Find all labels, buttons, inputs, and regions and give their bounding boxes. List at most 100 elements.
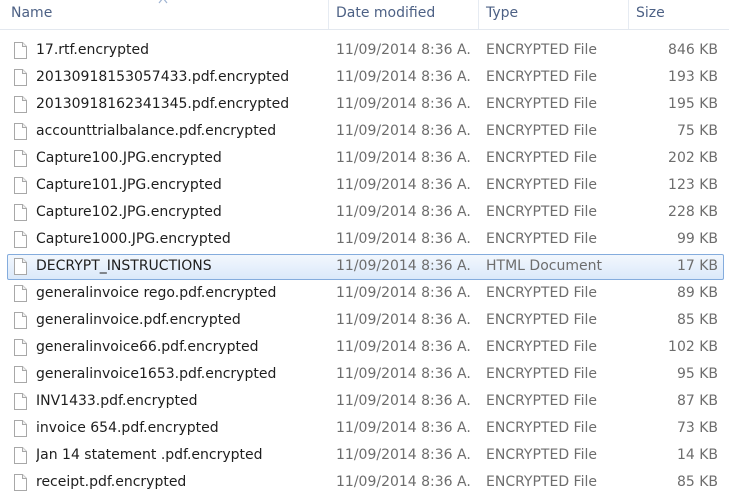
file-size: 95 KB [676, 366, 718, 382]
file-date-modified: 11/09/2014 8:36 A... [336, 177, 470, 193]
blank-file-icon [14, 258, 27, 275]
file-name: invoice 654.pdf.encrypted [36, 420, 219, 436]
file-date-modified: 11/09/2014 8:36 A... [336, 285, 470, 301]
file-type: ENCRYPTED File [486, 285, 597, 301]
blank-file-icon [14, 285, 27, 302]
file-date-modified: 11/09/2014 8:36 A... [336, 258, 470, 274]
blank-file-icon [14, 42, 27, 59]
column-header-name[interactable]: Name [0, 0, 328, 29]
file-type: ENCRYPTED File [486, 420, 597, 436]
file-row[interactable]: INV1433.pdf.encrypted 11/09/2014 8:36 A..… [0, 388, 729, 415]
file-row[interactable]: 17.rtf.encrypted 11/09/2014 8:36 A... ENCR… [0, 37, 729, 64]
file-row[interactable]: Capture101.JPG.encrypted 11/09/2014 8:36 … [0, 172, 729, 199]
file-name: generalinvoice1653.pdf.encrypted [36, 366, 277, 382]
file-name: 17.rtf.encrypted [36, 42, 149, 58]
file-name: 20130918153057433.pdf.encrypted [36, 69, 290, 85]
file-size: 85 KB [676, 474, 718, 490]
file-row[interactable]: DECRYPT_INSTRUCTIONS 11/09/2014 8:36 A...… [0, 253, 729, 280]
file-size: 87 KB [676, 393, 718, 409]
blank-file-icon [14, 177, 27, 194]
file-size: 85 KB [676, 312, 718, 328]
file-row[interactable]: Capture100.JPG.encrypted 11/09/2014 8:36 … [0, 145, 729, 172]
file-date-modified: 11/09/2014 8:36 A... [336, 339, 470, 355]
file-name: Capture101.JPG.encrypted [36, 177, 222, 193]
file-size: 195 KB [668, 96, 718, 112]
file-size: 14 KB [676, 447, 718, 463]
file-size: 89 KB [676, 285, 718, 301]
file-type: ENCRYPTED File [486, 204, 597, 220]
blank-file-icon [14, 420, 27, 437]
column-header-size[interactable]: Size [628, 0, 729, 29]
blank-file-icon [14, 339, 27, 356]
file-size: 102 KB [668, 339, 718, 355]
sort-arrow-icon [158, 0, 168, 4]
blank-file-icon [14, 123, 27, 140]
file-date-modified: 11/09/2014 8:36 A... [336, 42, 470, 58]
file-name: Jan 14 statement .pdf.encrypted [36, 447, 263, 463]
file-size: 202 KB [668, 150, 718, 166]
file-size: 99 KB [676, 231, 718, 247]
file-date-modified: 11/09/2014 8:36 A... [336, 420, 470, 436]
file-size: 73 KB [676, 420, 718, 436]
file-date-modified: 11/09/2014 8:36 A... [336, 393, 470, 409]
column-header-date-modified[interactable]: Date modified [328, 0, 478, 29]
file-date-modified: 11/09/2014 8:36 A... [336, 204, 470, 220]
file-size: 228 KB [668, 204, 718, 220]
column-header-bar: Name Date modified Type Size [0, 0, 729, 30]
file-row[interactable]: Capture102.JPG.encrypted 11/09/2014 8:36 … [0, 199, 729, 226]
file-row[interactable]: generalinvoice1653.pdf.encrypted 11/09/20… [0, 361, 729, 388]
file-date-modified: 11/09/2014 8:36 A... [336, 123, 470, 139]
file-size: 123 KB [668, 177, 718, 193]
file-row[interactable]: generalinvoice.pdf.encrypted 11/09/2014 8… [0, 307, 729, 334]
file-type: ENCRYPTED File [486, 96, 597, 112]
file-date-modified: 11/09/2014 8:36 A... [336, 69, 470, 85]
file-row[interactable]: invoice 654.pdf.encrypted 11/09/2014 8:36… [0, 415, 729, 442]
file-name: generalinvoice.pdf.encrypted [36, 312, 241, 328]
file-row[interactable]: generalinvoice rego.pdf.encrypted 11/09/2… [0, 280, 729, 307]
blank-file-icon [14, 150, 27, 167]
file-type: ENCRYPTED File [486, 231, 597, 247]
column-header-type[interactable]: Type [478, 0, 628, 29]
file-name: accounttrialbalance.pdf.encrypted [36, 123, 277, 139]
file-row[interactable]: 20130918153057433.pdf.encrypted 11/09/201… [0, 64, 729, 91]
file-type: ENCRYPTED File [486, 339, 597, 355]
file-name: Capture102.JPG.encrypted [36, 204, 222, 220]
file-date-modified: 11/09/2014 8:36 A... [336, 474, 470, 490]
blank-file-icon [14, 231, 27, 248]
file-type: ENCRYPTED File [486, 474, 597, 490]
blank-file-icon [14, 474, 27, 491]
file-type: ENCRYPTED File [486, 42, 597, 58]
file-date-modified: 11/09/2014 8:36 A... [336, 366, 470, 382]
file-row[interactable]: generalinvoice66.pdf.encrypted 11/09/2014… [0, 334, 729, 361]
file-name: receipt.pdf.encrypted [36, 474, 187, 490]
blank-file-icon [14, 96, 27, 113]
file-size: 75 KB [676, 123, 718, 139]
file-size: 846 KB [668, 42, 718, 58]
file-row[interactable]: accounttrialbalance.pdf.encrypted 11/09/2… [0, 118, 729, 145]
blank-file-icon [14, 393, 27, 410]
file-name: INV1433.pdf.encrypted [36, 393, 198, 409]
blank-file-icon [14, 312, 27, 329]
file-name: DECRYPT_INSTRUCTIONS [36, 258, 212, 274]
file-date-modified: 11/09/2014 8:36 A... [336, 96, 470, 112]
file-type: ENCRYPTED File [486, 69, 597, 85]
file-date-modified: 11/09/2014 8:36 A... [336, 150, 470, 166]
file-date-modified: 11/09/2014 8:36 A... [336, 312, 470, 328]
file-type: ENCRYPTED File [486, 177, 597, 193]
blank-file-icon [14, 204, 27, 221]
file-name: Capture100.JPG.encrypted [36, 150, 222, 166]
file-row[interactable]: Jan 14 statement .pdf.encrypted 11/09/201… [0, 442, 729, 469]
file-date-modified: 11/09/2014 8:36 A... [336, 447, 470, 463]
file-row[interactable]: 20130918162341345.pdf.encrypted 11/09/201… [0, 91, 729, 118]
file-name: generalinvoice66.pdf.encrypted [36, 339, 259, 355]
file-row[interactable]: receipt.pdf.encrypted 11/09/2014 8:36 A..… [0, 469, 729, 496]
blank-file-icon [14, 447, 27, 464]
file-size: 193 KB [668, 69, 718, 85]
file-name: Capture1000.JPG.encrypted [36, 231, 231, 247]
blank-file-icon [14, 69, 27, 86]
file-row[interactable]: Capture1000.JPG.encrypted 11/09/2014 8:36… [0, 226, 729, 253]
file-date-modified: 11/09/2014 8:36 A... [336, 231, 470, 247]
file-type: HTML Document [486, 258, 602, 274]
file-name: 20130918162341345.pdf.encrypted [36, 96, 290, 112]
file-type: ENCRYPTED File [486, 366, 597, 382]
